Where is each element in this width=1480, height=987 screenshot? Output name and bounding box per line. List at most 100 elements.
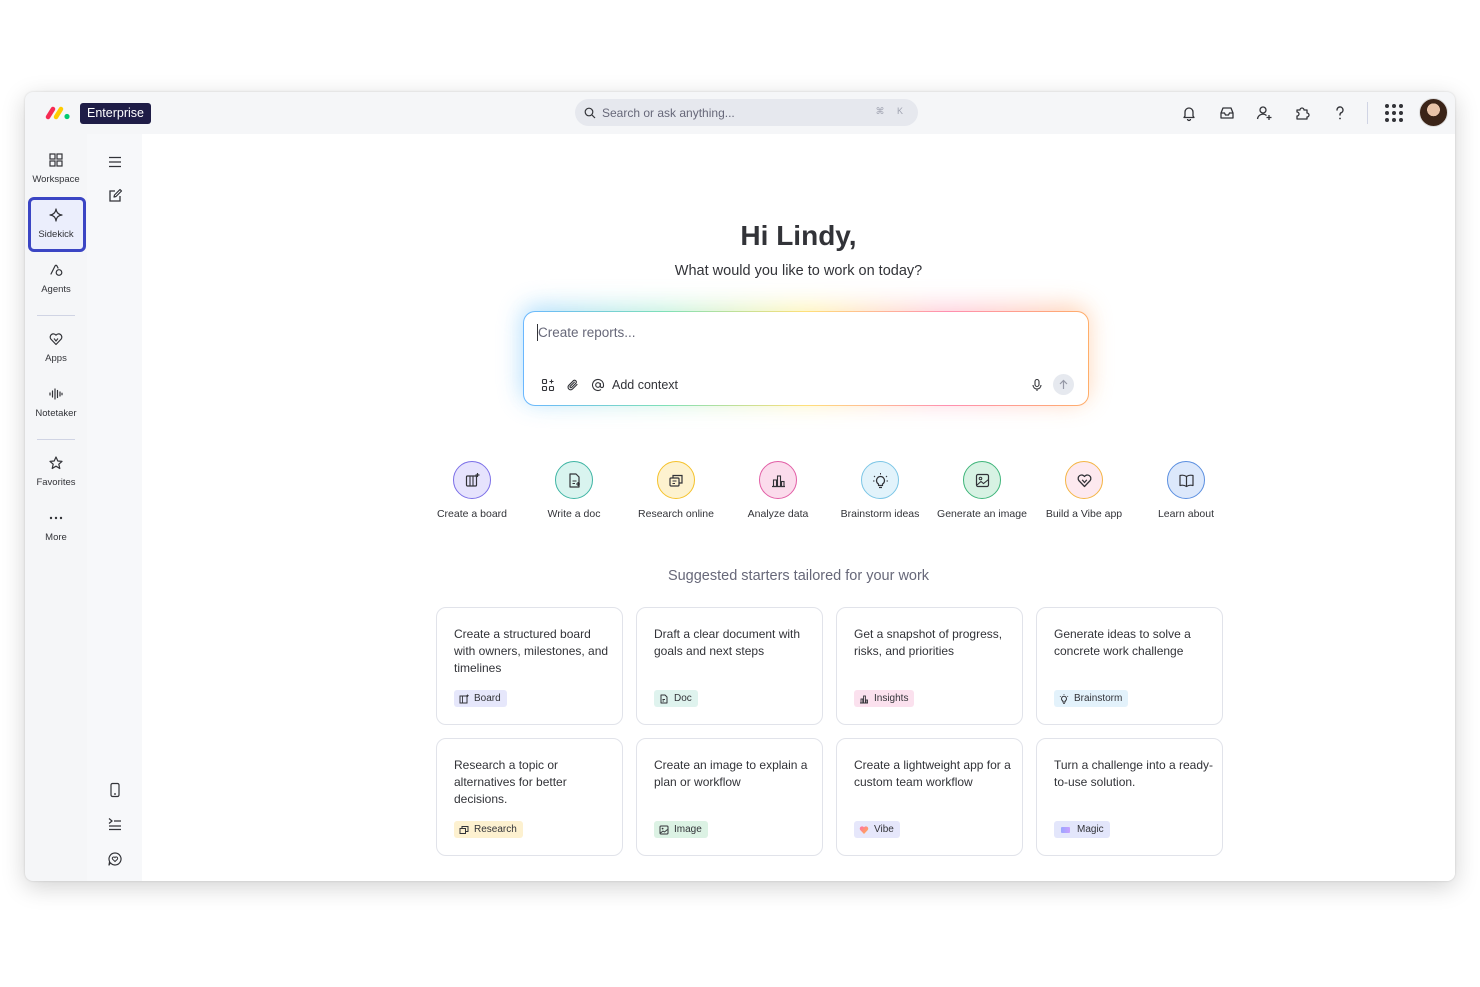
topbar-divider: [1367, 102, 1368, 124]
nav-item-workspace[interactable]: Workspace: [25, 152, 87, 185]
apps-icon[interactable]: [541, 378, 555, 392]
card-tag: Doc: [654, 690, 698, 707]
card-text: Create a lightweight app for a custom te…: [854, 758, 1011, 789]
action-label: Analyze data: [747, 508, 809, 520]
starter-card[interactable]: Research a topic or alternatives for bet…: [436, 738, 623, 856]
arrow-up-icon: [1059, 379, 1068, 389]
new-chat-icon[interactable]: [107, 188, 123, 204]
main-content: Hi Lindy, What would you like to work on…: [142, 134, 1455, 881]
whats-new-icon[interactable]: [107, 816, 123, 832]
doc-icon: [568, 472, 580, 488]
secondary-panel: [87, 134, 142, 881]
image-icon: [975, 473, 989, 487]
starter-card[interactable]: Create a structured board with owners, m…: [436, 607, 623, 725]
invite-user-icon: [1256, 106, 1272, 120]
chart-icon: [860, 695, 868, 703]
invite-members-button[interactable]: [1255, 104, 1273, 122]
nav-item-sidekick[interactable]: Sidekick: [25, 207, 87, 240]
card-tag-label: Vibe: [874, 824, 894, 835]
action-label: Create a board: [436, 508, 508, 520]
help-button[interactable]: [1331, 104, 1349, 122]
feedback-icon[interactable]: [107, 851, 123, 867]
attach-icon[interactable]: [566, 378, 580, 392]
action-generate-image[interactable]: Generate an image: [932, 461, 1032, 520]
prompt-input[interactable]: Create reports... Add context: [523, 311, 1089, 406]
research-icon: [459, 825, 469, 834]
action-research-online[interactable]: Research online: [626, 461, 726, 520]
action-circle: [1167, 461, 1205, 499]
send-button[interactable]: [1053, 374, 1074, 395]
top-bar: Enterprise Search or ask anything... ⌘ K: [25, 92, 1455, 134]
card-text: Turn a challenge into a ready-to-use sol…: [1054, 758, 1213, 789]
search-shortcut: ⌘ K: [875, 106, 908, 116]
add-context-button[interactable]: Add context: [612, 378, 678, 392]
card-tag: Board: [454, 690, 507, 707]
plan-badge: Enterprise: [80, 103, 151, 124]
left-nav: Workspace Sidekick Agents Apps Notetaker…: [25, 134, 87, 881]
notifications-button[interactable]: [1180, 104, 1198, 122]
starter-card[interactable]: Draft a clear document with goals and ne…: [636, 607, 823, 725]
more-icon: [49, 516, 63, 520]
card-text: Generate ideas to solve a concrete work …: [1054, 627, 1191, 658]
search-bar[interactable]: Search or ask anything... ⌘ K: [575, 99, 918, 126]
action-build-vibe-app[interactable]: Build a Vibe app: [1034, 461, 1134, 520]
mention-icon[interactable]: [591, 378, 605, 392]
action-label: Learn about: [1157, 508, 1215, 520]
card-tag: Vibe: [854, 821, 900, 838]
suggestions-title: Suggested starters tailored for your wor…: [667, 568, 930, 584]
doc-icon: [660, 694, 668, 703]
bulb-icon: [1059, 693, 1069, 704]
agents-icon: [50, 264, 63, 276]
card-tag: Image: [654, 821, 708, 838]
card-tag-label: Magic: [1077, 824, 1104, 835]
nav-item-notetaker[interactable]: Notetaker: [25, 386, 87, 419]
action-circle: [861, 461, 899, 499]
app-switcher-button[interactable]: [1384, 103, 1404, 123]
action-write-doc[interactable]: Write a doc: [524, 461, 624, 520]
card-tag: Brainstorm: [1054, 690, 1129, 707]
action-learn-about[interactable]: Learn about: [1136, 461, 1236, 520]
action-label: Build a Vibe app: [1045, 508, 1123, 520]
card-tag: Research: [454, 821, 523, 838]
card-tag-label: Research: [474, 824, 517, 835]
monday-logo[interactable]: [45, 105, 71, 121]
starter-card[interactable]: Get a snapshot of progress, risks, and p…: [836, 607, 1023, 725]
action-circle: [1065, 461, 1103, 499]
nav-divider: [37, 439, 75, 440]
menu-icon[interactable]: [107, 154, 123, 170]
starter-card[interactable]: Create a lightweight app for a custom te…: [836, 738, 1023, 856]
starter-card[interactable]: Turn a challenge into a ready-to-use sol…: [1036, 738, 1223, 856]
action-circle: [453, 461, 491, 499]
card-text: Research a topic or alternatives for bet…: [454, 758, 567, 806]
card-tag-label: Insights: [874, 693, 909, 704]
nav-label: Agents: [41, 284, 71, 295]
card-tag-label: Image: [674, 824, 702, 835]
card-tag: Magic: [1054, 821, 1110, 838]
nav-label: Favorites: [36, 477, 76, 488]
magic-icon: [1061, 826, 1070, 833]
avatar[interactable]: [1419, 98, 1448, 127]
nav-item-agents[interactable]: Agents: [25, 262, 87, 295]
action-create-board[interactable]: Create a board: [422, 461, 522, 520]
card-text: Create an image to explain a plan or wor…: [654, 758, 808, 789]
book-icon: [1178, 474, 1194, 487]
starter-card[interactable]: Create an image to explain a plan or wor…: [636, 738, 823, 856]
prompt-placeholder: Create reports...: [538, 325, 636, 340]
nav-label: Workspace: [32, 174, 80, 185]
mobile-icon[interactable]: [107, 782, 123, 798]
integrations-button[interactable]: [1293, 104, 1311, 122]
microphone-icon[interactable]: [1030, 378, 1044, 392]
action-analyze-data[interactable]: Analyze data: [728, 461, 828, 520]
nav-item-apps[interactable]: Apps: [25, 331, 87, 364]
action-circle: [963, 461, 1001, 499]
star-icon: [49, 456, 63, 470]
nav-item-favorites[interactable]: Favorites: [25, 455, 87, 488]
nav-label: Apps: [45, 353, 67, 364]
starter-card[interactable]: Generate ideas to solve a concrete work …: [1036, 607, 1223, 725]
image-icon: [659, 825, 669, 834]
search-placeholder: Search or ask anything...: [602, 105, 735, 120]
inbox-button[interactable]: [1218, 104, 1236, 122]
bulb-icon: [872, 472, 888, 488]
nav-item-more[interactable]: More: [25, 510, 87, 543]
action-brainstorm-ideas[interactable]: Brainstorm ideas: [830, 461, 930, 520]
